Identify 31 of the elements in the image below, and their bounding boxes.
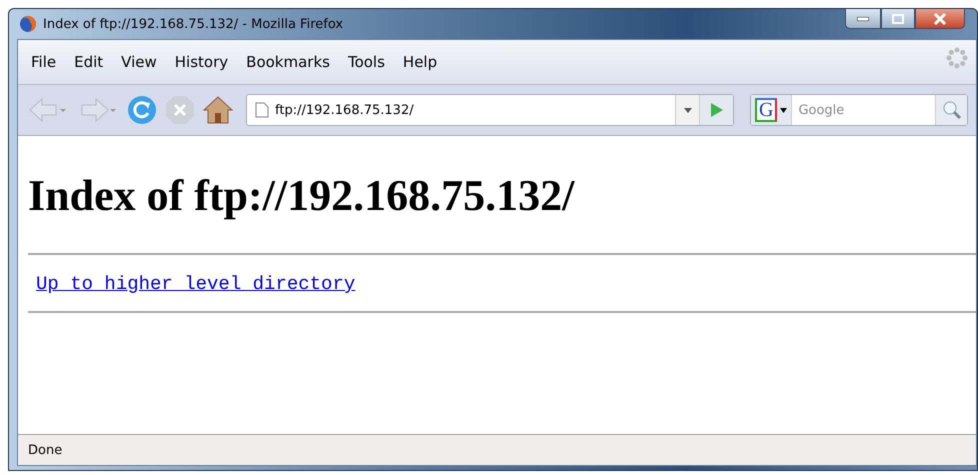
throbber-icon [946, 47, 968, 69]
minimize-button[interactable] [845, 9, 881, 29]
search-field[interactable]: G Google [750, 94, 968, 126]
menu-item[interactable]: Edit [65, 51, 112, 73]
play-icon [710, 102, 724, 118]
menu-item[interactable]: Bookmarks [237, 51, 339, 73]
caret-icon [684, 108, 692, 112]
menu-item[interactable]: Tools [338, 51, 394, 73]
search-icon [942, 100, 962, 120]
page-heading: Index of ftp://192.168.75.132/ [28, 170, 576, 221]
reload-button[interactable] [126, 94, 158, 126]
minimize-icon [857, 16, 869, 20]
address-bar[interactable]: ftp://192.168.75.132/ [246, 94, 734, 126]
maximize-icon [892, 14, 904, 24]
menu-item[interactable]: Help [394, 51, 446, 73]
menu-item[interactable]: History [166, 51, 238, 73]
menu-item[interactable]: File [22, 51, 66, 73]
caret-icon [780, 108, 788, 112]
close-icon [933, 12, 947, 24]
parent-directory-link[interactable]: Up to higher level directory [36, 273, 356, 295]
menu-item[interactable]: View [112, 51, 166, 73]
search-button[interactable] [935, 95, 967, 125]
home-button[interactable] [202, 95, 234, 125]
browser-logo-icon [19, 15, 37, 33]
page-icon [255, 102, 269, 118]
maximize-button[interactable] [881, 9, 915, 29]
window-title: Index of ftp://192.168.75.132/ - Mozilla Firefox [43, 16, 344, 32]
status-text: Done [28, 442, 62, 458]
close-button[interactable] [915, 9, 965, 29]
dropdown-button[interactable] [675, 95, 699, 125]
search-engine-button[interactable]: G [751, 95, 792, 125]
